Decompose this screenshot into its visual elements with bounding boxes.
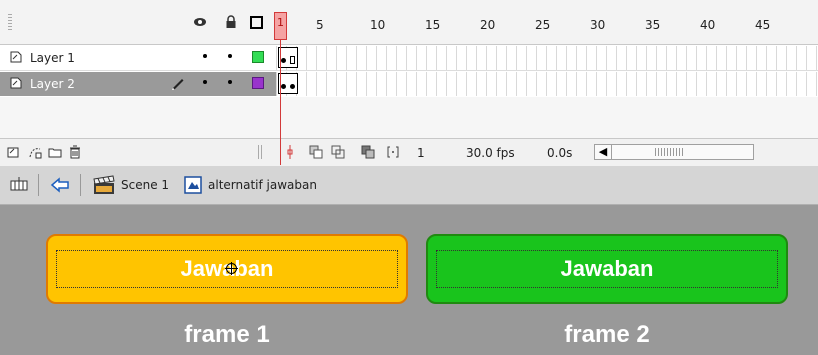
splitter-grip[interactable] <box>258 145 264 159</box>
onion-skin-outlines-icon[interactable] <box>331 145 345 159</box>
frame-ruler[interactable]: 5 10 15 20 25 30 35 40 45 <box>276 0 818 44</box>
ruler-tick: 10 <box>370 18 386 32</box>
timeline-panel: 5 10 15 20 25 30 35 40 45 1 Layer 1 Laye… <box>0 0 818 166</box>
center-frame-icon[interactable] <box>283 145 297 159</box>
delete-layer-icon[interactable] <box>68 145 82 159</box>
answer-button-frame-1[interactable]: Jawaban <box>46 234 408 304</box>
scroll-left-arrow-icon[interactable]: ◀ <box>595 145 612 159</box>
layer-color-swatch[interactable] <box>252 51 264 63</box>
layer-icon <box>10 51 22 63</box>
button-symbol-icon <box>184 176 202 194</box>
horizontal-scrollbar[interactable]: ◀ <box>594 144 754 160</box>
outline-icon[interactable] <box>250 16 263 29</box>
registration-point-icon <box>225 262 238 275</box>
button-text[interactable]: Jawaban <box>428 256 786 282</box>
scroll-thumb[interactable] <box>655 148 685 156</box>
timeline-empty-area <box>0 97 818 138</box>
layer-color-swatch[interactable] <box>252 77 264 89</box>
keyframe[interactable] <box>281 58 286 63</box>
modify-onion-markers-icon[interactable] <box>386 145 400 159</box>
timeline-toggle-icon[interactable] <box>10 176 28 194</box>
ruler-tick: 25 <box>535 18 551 32</box>
layer-1-frames[interactable] <box>276 46 818 70</box>
ruler-tick: 35 <box>645 18 661 32</box>
divider <box>38 174 39 196</box>
edit-bar: Scene 1 alternatif jawaban <box>0 166 818 205</box>
frame-caption: frame 1 <box>184 321 270 348</box>
ruler-tick: 5 <box>316 18 324 32</box>
visibility-dot[interactable] <box>203 80 207 84</box>
ruler-tick: 45 <box>755 18 771 32</box>
onion-skin-icon[interactable] <box>309 145 323 159</box>
layer-icon <box>10 77 22 89</box>
panel-grip[interactable] <box>8 14 12 30</box>
lock-icon[interactable] <box>224 15 238 29</box>
symbol-label[interactable]: alternatif jawaban <box>208 178 317 192</box>
playhead[interactable]: 1 <box>274 12 287 40</box>
clapperboard-icon <box>93 175 115 194</box>
layer-2-frames[interactable] <box>276 72 818 96</box>
keyframe[interactable] <box>281 84 286 89</box>
timeline-header: 5 10 15 20 25 30 35 40 45 <box>0 0 818 45</box>
divider <box>80 174 81 196</box>
add-motion-guide-icon[interactable] <box>28 145 42 159</box>
blank-keyframe[interactable] <box>290 56 295 64</box>
stage[interactable]: Jawaban Jawaban frame 1 frame 2 <box>0 205 818 355</box>
eye-icon[interactable] <box>193 15 207 29</box>
pencil-icon <box>172 79 184 90</box>
lock-dot[interactable] <box>228 80 232 84</box>
ruler-tick: 40 <box>700 18 716 32</box>
keyframe-span[interactable] <box>278 47 298 68</box>
ruler-tick: 15 <box>425 18 441 32</box>
back-arrow-icon[interactable] <box>50 176 70 194</box>
lock-dot[interactable] <box>228 54 232 58</box>
current-frame: 1 <box>417 146 425 160</box>
new-folder-icon[interactable] <box>48 145 62 159</box>
layer-row-2[interactable]: Layer 2 <box>0 72 818 96</box>
frame-rate[interactable]: 30.0 fps <box>466 146 515 160</box>
ruler-tick: 20 <box>480 18 496 32</box>
new-layer-icon[interactable] <box>6 145 20 159</box>
scene-label[interactable]: Scene 1 <box>121 178 169 192</box>
keyframe[interactable] <box>290 84 295 89</box>
ruler-tick: 30 <box>590 18 606 32</box>
playhead-line <box>280 40 281 165</box>
layer-row-1[interactable]: Layer 1 <box>0 46 818 71</box>
layer-name[interactable]: Layer 2 <box>30 77 75 91</box>
layer-name[interactable]: Layer 1 <box>30 51 75 65</box>
keyframe-span[interactable] <box>278 73 298 94</box>
answer-button-frame-2[interactable]: Jawaban <box>426 234 788 304</box>
edit-multiple-frames-icon[interactable] <box>361 145 375 159</box>
elapsed-time: 0.0s <box>547 146 573 160</box>
timeline-toolbar: 1 30.0 fps 0.0s ◀ <box>0 138 818 166</box>
visibility-dot[interactable] <box>203 54 207 58</box>
frame-caption: frame 2 <box>564 321 650 348</box>
